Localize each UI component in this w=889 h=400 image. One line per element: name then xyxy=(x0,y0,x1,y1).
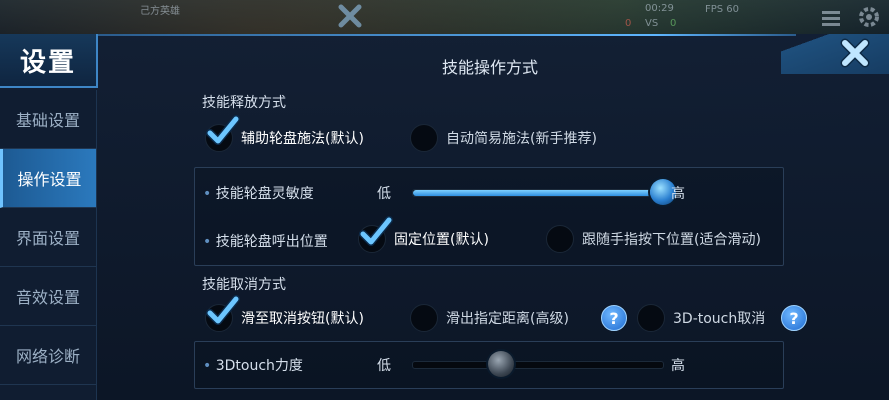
sensitivity-slider[interactable] xyxy=(412,179,676,205)
sidebar-item-interface[interactable]: 界面设置 xyxy=(0,208,96,267)
hud-close-icon xyxy=(338,4,362,28)
sidebar-item-controls[interactable]: 操作设置 xyxy=(0,149,96,208)
cancel-option-distance-label: 滑出指定距离(高级) xyxy=(446,311,569,327)
green-score: 0 xyxy=(670,18,677,29)
close-x-icon xyxy=(840,38,870,68)
checkmark-icon xyxy=(359,216,393,246)
sensitivity-slider-fill xyxy=(413,190,663,196)
gear-icon xyxy=(859,7,879,27)
settings-title: 设置 xyxy=(0,34,98,88)
release-option-auto-label: 自动简易施法(新手推荐) xyxy=(446,131,597,147)
checkmark-icon xyxy=(206,115,240,145)
force-slider[interactable] xyxy=(412,351,664,377)
help-icon[interactable]: ? xyxy=(601,305,627,331)
sensitivity-low-label: 低 xyxy=(377,186,391,202)
help-icon[interactable]: ? xyxy=(781,305,807,331)
fps-indicator: FPS 60 xyxy=(705,4,740,15)
content-title: 技能操作方式 xyxy=(441,58,538,77)
cancel-option-3dtouch[interactable]: 3D-touch取消 xyxy=(637,304,765,332)
force-low-label: 低 xyxy=(377,358,391,374)
cancel-option-distance[interactable]: 滑出指定距离(高级) xyxy=(410,304,569,332)
window-top-border xyxy=(96,34,796,36)
sidebar-item-network[interactable]: 网络诊断 xyxy=(0,326,96,385)
sensitivity-label: 技能轮盘灵敏度 xyxy=(203,183,314,203)
checkmark-icon xyxy=(206,295,240,325)
cancel-option-3dtouch-label: 3D-touch取消 xyxy=(673,311,766,327)
radio-unchecked xyxy=(637,304,665,332)
team-label: 己方英雄 xyxy=(140,6,180,17)
vs-label: VS xyxy=(645,18,659,29)
settings-window: 设置 基础设置 操作设置 界面设置 音效设置 网络诊断 技能操作方式 技能释放方… xyxy=(0,34,889,400)
match-time: 00:29 xyxy=(645,3,674,14)
sidebar-item-sound[interactable]: 音效设置 xyxy=(0,267,96,326)
force-label: 3Dtouch力度 xyxy=(203,355,303,375)
position-option-follow[interactable]: 跟随手指按下位置(适合滑动) xyxy=(546,225,761,253)
red-score: 0 xyxy=(625,18,632,29)
radio-checked xyxy=(205,115,240,152)
force-high-label: 高 xyxy=(671,358,685,374)
cancel-option-button-label: 滑至取消按钮(默认) xyxy=(241,311,364,327)
radio-checked xyxy=(358,216,393,253)
position-option-fixed-label: 固定位置(默认) xyxy=(394,232,489,248)
position-option-follow-label: 跟随手指按下位置(适合滑动) xyxy=(582,232,761,248)
radio-unchecked xyxy=(410,124,438,152)
radio-unchecked xyxy=(410,304,438,332)
cancel-section-title: 技能取消方式 xyxy=(202,277,286,293)
sidebar-item-basic[interactable]: 基础设置 xyxy=(0,90,96,149)
release-section-title: 技能释放方式 xyxy=(202,95,286,111)
release-option-auto[interactable]: 自动简易施法(新手推荐) xyxy=(410,124,597,152)
sensitivity-high-label: 高 xyxy=(671,186,685,202)
game-hud: 己方英雄 00:29 0 VS 0 FPS 60 xyxy=(0,0,889,34)
radio-unchecked xyxy=(546,225,574,253)
wheel-position-label: 技能轮盘呼出位置 xyxy=(203,231,328,251)
menu-icon xyxy=(822,11,840,26)
release-option-wheel[interactable]: 辅助轮盘施法(默认) xyxy=(205,115,364,152)
radio-checked xyxy=(205,295,240,332)
close-button[interactable] xyxy=(831,36,879,70)
position-option-fixed[interactable]: 固定位置(默认) xyxy=(358,216,489,253)
release-option-wheel-label: 辅助轮盘施法(默认) xyxy=(241,131,364,147)
settings-sidebar: 基础设置 操作设置 界面设置 音效设置 网络诊断 xyxy=(0,90,97,400)
force-slider-knob[interactable] xyxy=(488,351,514,377)
cancel-option-button[interactable]: 滑至取消按钮(默认) xyxy=(205,295,364,332)
